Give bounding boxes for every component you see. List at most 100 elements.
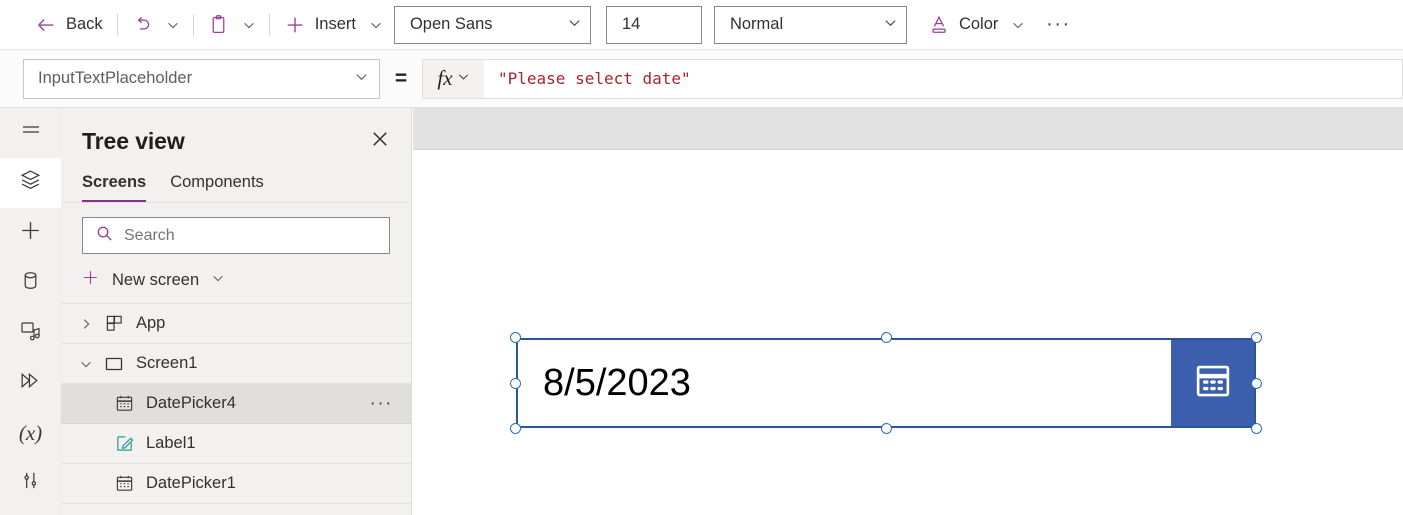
clipboard-paste-icon [208, 14, 229, 35]
arrow-left-icon [35, 14, 57, 36]
tree-view-header: Tree view [61, 108, 411, 157]
undo-dropdown-button[interactable] [160, 9, 186, 41]
resize-handle-top-left[interactable] [510, 332, 521, 343]
datepicker-calendar-button[interactable] [1171, 340, 1254, 426]
tree-item-label: DatePicker4 [146, 394, 236, 412]
power-automate-button[interactable] [0, 358, 61, 408]
tree-item-datepicker4[interactable]: DatePicker4 ··· [61, 384, 411, 424]
data-cylinder-icon [19, 269, 42, 297]
calendar-icon [1192, 360, 1234, 407]
font-weight-select[interactable]: Normal [713, 5, 907, 44]
overflow-label: ··· [1046, 13, 1071, 35]
toolbar-divider [268, 13, 270, 36]
chevron-down-icon [457, 70, 470, 88]
tree-item-label: DatePicker1 [146, 474, 236, 492]
tree-item-label: App [136, 314, 166, 332]
font-family-value: Open Sans [409, 15, 493, 33]
datepicker-value: 8/5/2023 [543, 361, 691, 404]
search-box[interactable] [82, 217, 390, 254]
calendar-icon [109, 394, 139, 413]
tree-view-tabs: Screens Components [61, 157, 411, 203]
chevron-down-icon[interactable] [73, 357, 99, 371]
hamburger-menu-button[interactable] [0, 108, 61, 158]
search-input[interactable] [124, 226, 377, 245]
undo-icon [132, 14, 153, 35]
settings-tools-icon [19, 469, 42, 497]
paste-dropdown-button[interactable] [236, 9, 262, 41]
tree-item-label1[interactable]: Label1 [61, 424, 411, 464]
fx-button[interactable]: fx [422, 58, 484, 99]
tab-screens[interactable]: Screens [82, 173, 147, 202]
font-size-input[interactable]: 14 [605, 5, 702, 44]
tree-item-label: Screen1 [136, 354, 198, 372]
label-pencil-icon [109, 434, 139, 453]
resize-handle-bottom-right[interactable] [1251, 423, 1262, 434]
insert-panel-button[interactable] [0, 208, 61, 258]
chevron-down-icon [371, 22, 381, 28]
color-label: Color [958, 15, 999, 33]
plus-icon [81, 268, 100, 292]
resize-handle-top-right[interactable] [1251, 332, 1262, 343]
settings-panel-button[interactable] [0, 458, 61, 508]
tree-item-datepicker1[interactable]: DatePicker1 [61, 464, 411, 504]
fx-label: fx [437, 66, 453, 90]
tree-item-screen1[interactable]: Screen1 [61, 344, 411, 384]
tree-view-layers-icon [18, 168, 43, 198]
tree-item-more-button[interactable]: ··· [370, 394, 393, 413]
chevron-down-icon [1013, 22, 1024, 28]
new-screen-label: New screen [112, 270, 200, 289]
app-canvas[interactable]: 8/5/2023 [413, 150, 1403, 515]
screen-rectangle-icon [99, 354, 129, 374]
calendar-icon [109, 474, 139, 493]
chevron-down-icon [883, 15, 898, 35]
property-value: InputTextPlaceholder [38, 69, 193, 87]
paste-button[interactable] [201, 8, 236, 42]
tree-item-app[interactable]: App [61, 304, 411, 344]
equals-sign: = [394, 66, 408, 90]
media-panel-button[interactable] [0, 308, 61, 358]
tree-view-panel: Tree view Screens Components Search New … [61, 108, 412, 515]
resize-handle-middle-right[interactable] [1251, 378, 1262, 389]
back-button[interactable]: Back [28, 8, 110, 42]
chevron-down-icon [243, 22, 254, 28]
insert-dropdown-button[interactable] [363, 9, 389, 41]
datepicker4-selection-wrapper: 8/5/2023 [510, 332, 1262, 434]
formula-input[interactable]: "Please select date" [484, 58, 1403, 99]
font-size-value: 14 [621, 15, 641, 33]
resize-handle-middle-left[interactable] [510, 378, 521, 389]
resize-handle-bottom-center[interactable] [881, 423, 892, 434]
tree-view-button[interactable] [0, 158, 61, 208]
new-screen-button[interactable]: New screen [61, 257, 411, 304]
tree-item-label: Label1 [146, 434, 196, 452]
chevron-down-icon [567, 15, 582, 35]
power-apps-studio: Back Insert Open Sans 14 Normal Color ··… [0, 0, 1403, 515]
media-icon [19, 319, 43, 348]
resize-handle-top-center[interactable] [881, 332, 892, 343]
left-icon-rail: (x) [0, 108, 61, 515]
property-select[interactable]: InputTextPlaceholder [23, 58, 380, 99]
hamburger-menu-icon [19, 119, 43, 148]
top-toolbar: Back Insert Open Sans 14 Normal Color ··… [0, 0, 1403, 50]
font-family-select[interactable]: Open Sans [393, 5, 591, 44]
insert-button[interactable]: Insert [277, 8, 363, 42]
datepicker4-control[interactable]: 8/5/2023 [516, 338, 1256, 428]
resize-handle-bottom-left[interactable] [510, 423, 521, 434]
variables-panel-button[interactable]: (x) [0, 408, 61, 458]
toolbar-overflow-button[interactable]: ··· [1041, 9, 1075, 41]
data-panel-button[interactable] [0, 258, 61, 308]
color-button[interactable]: Color [921, 8, 1005, 42]
tab-components[interactable]: Components [170, 173, 264, 202]
close-panel-button[interactable] [367, 126, 393, 157]
canvas-toolbar-strip [413, 108, 1403, 150]
close-icon [371, 130, 389, 153]
chevron-right-icon[interactable] [73, 317, 99, 331]
back-label: Back [66, 15, 103, 33]
color-dropdown-button[interactable] [1005, 9, 1031, 41]
plus-icon [284, 14, 306, 36]
search-icon [95, 224, 114, 248]
formula-bar: InputTextPlaceholder = fx "Please select… [0, 50, 1403, 108]
panel-title: Tree view [82, 128, 185, 154]
formula-text: "Please select date" [498, 69, 691, 88]
search-container [61, 203, 411, 254]
undo-button[interactable] [125, 8, 160, 42]
